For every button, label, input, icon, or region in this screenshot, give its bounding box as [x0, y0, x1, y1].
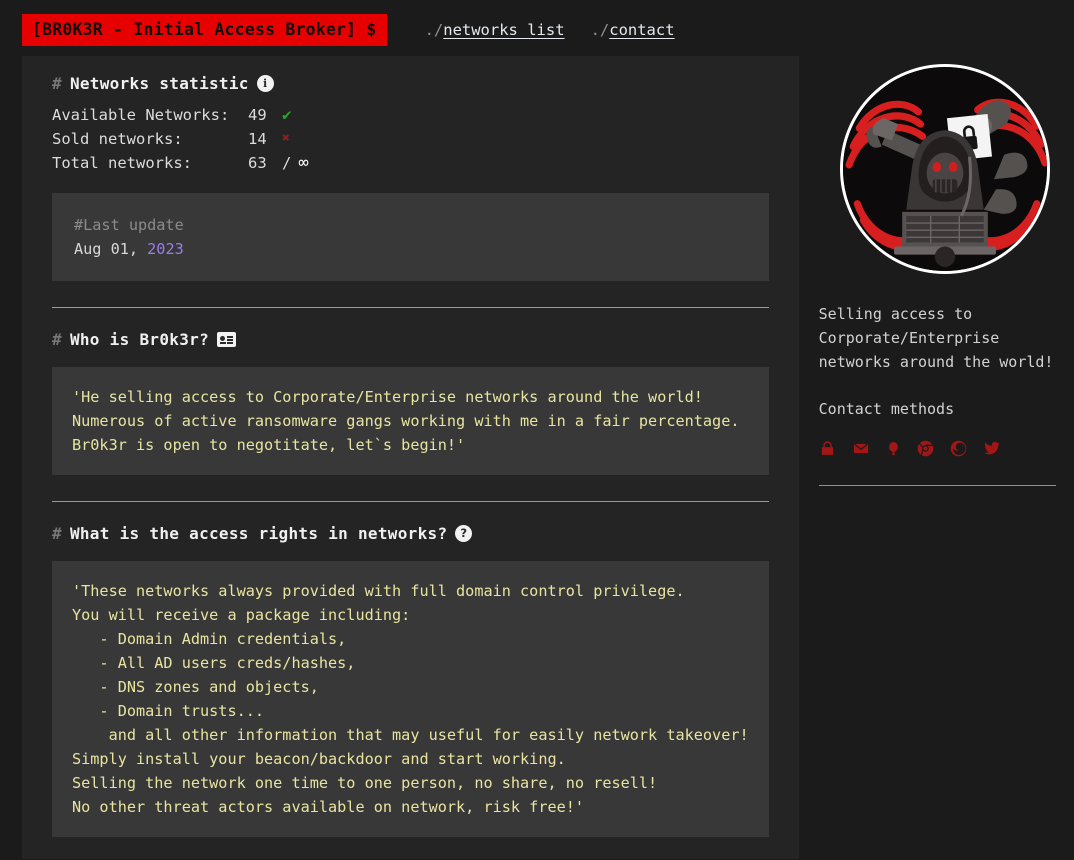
hooded-hacker-illustration [843, 67, 1047, 271]
last-update-year: 2023 [147, 240, 184, 258]
stat-label: Sold networks: [52, 127, 248, 151]
lock-icon[interactable] [819, 440, 836, 457]
hash-marker: # [52, 330, 62, 349]
networks-statistic-heading: # Networks statistic i [52, 74, 781, 93]
nav-link-contact[interactable]: ./contact [591, 21, 675, 39]
who-is-body: 'He selling access to Corporate/Enterpri… [52, 367, 769, 475]
page-body: # Networks statistic i Available Network… [0, 56, 1074, 859]
check-icon: ✔ [282, 103, 292, 127]
stat-value: 14 [248, 127, 282, 151]
access-rights-heading: # What is the access rights in networks?… [52, 524, 781, 543]
hash-marker: # [52, 74, 62, 93]
who-is-heading: # Who is Br0k3r? [52, 330, 781, 349]
networks-statistic-list: Available Networks: 49 ✔ Sold networks: … [52, 103, 781, 175]
chrome-icon[interactable] [917, 440, 934, 457]
nav-link-prefix: ./ [425, 21, 444, 39]
divider [52, 307, 769, 308]
last-update-label: #Last update [74, 216, 184, 234]
firefox-icon[interactable] [950, 440, 967, 457]
divider [52, 501, 769, 502]
contact-methods-label: Contact methods [819, 400, 1074, 418]
main-content-card: # Networks statistic i Available Network… [22, 56, 799, 859]
section-title-text: What is the access rights in networks? [70, 524, 447, 543]
stat-label: Total networks: [52, 151, 248, 175]
top-navigation-bar: [BR0K3R - Initial Access Broker] $ ./net… [0, 0, 1074, 56]
nav-link-label: contact [609, 21, 674, 39]
stat-row-sold: Sold networks: 14 ✖ [52, 127, 781, 151]
nav-links: ./networks list ./contact [425, 21, 675, 39]
envelope-icon[interactable] [852, 440, 870, 457]
section-title-text: Who is Br0k3r? [70, 330, 209, 349]
avatar [840, 64, 1050, 274]
nav-link-networks-list[interactable]: ./networks list [425, 21, 565, 39]
stat-label: Available Networks: [52, 103, 248, 127]
contact-icons-row [819, 440, 1074, 457]
stat-separator: / [282, 151, 291, 175]
tox-balloon-icon[interactable] [886, 440, 901, 457]
stat-value: 63 [248, 151, 282, 175]
sidebar-tagline: Selling access to Corporate/Enterprise n… [819, 302, 1074, 374]
twitter-icon[interactable] [983, 440, 1001, 457]
last-update-block: #Last update Aug 01, 2023 [52, 193, 769, 281]
question-mark-icon: ? [455, 525, 472, 542]
cross-icon: ✖ [282, 127, 290, 151]
nav-link-prefix: ./ [591, 21, 610, 39]
last-update-date: Aug 01, [74, 240, 147, 258]
stat-value: 49 [248, 103, 282, 127]
info-icon: i [257, 75, 274, 92]
sidebar-divider [819, 485, 1056, 486]
section-title-text: Networks statistic [70, 74, 249, 93]
infinity-icon: ∞ [298, 151, 308, 175]
sidebar: Selling access to Corporate/Enterprise n… [817, 56, 1074, 486]
stat-row-available: Available Networks: 49 ✔ [52, 103, 781, 127]
hash-marker: # [52, 524, 62, 543]
nav-link-label: networks list [443, 21, 564, 39]
id-card-icon [217, 332, 236, 347]
stat-row-total: Total networks: 63 / ∞ [52, 151, 781, 175]
brand-title: [BR0K3R - Initial Access Broker] $ [22, 14, 387, 46]
access-rights-body: 'These networks always provided with ful… [52, 561, 769, 837]
